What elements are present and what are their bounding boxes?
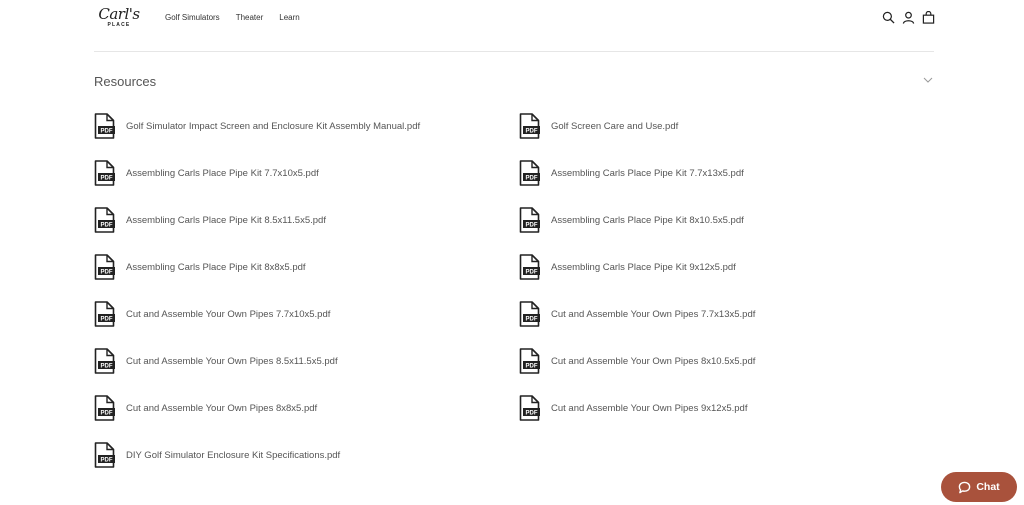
- pdf-badge-text: PDF: [101, 458, 113, 464]
- pdf-badge-text: PDF: [526, 129, 538, 135]
- file-name: Cut and Assemble Your Own Pipes 8.5x11.5…: [126, 355, 338, 367]
- pdf-file-link[interactable]: PDF Assembling Carls Place Pipe Kit 8x10.…: [519, 207, 944, 233]
- file-name: Assembling Carls Place Pipe Kit 9x12x5.p…: [551, 261, 736, 273]
- pdf-icon: PDF: [94, 301, 115, 327]
- pdf-file-link[interactable]: PDF Golf Screen Care and Use.pdf: [519, 113, 944, 139]
- file-name: Golf Simulator Impact Screen and Enclosu…: [126, 120, 421, 132]
- nav-theater[interactable]: Theater: [236, 13, 264, 22]
- pdf-file-link[interactable]: PDF Assembling Carls Place Pipe Kit 8x8x5…: [94, 254, 519, 280]
- pdf-badge-text: PDF: [101, 223, 113, 229]
- pdf-file-link[interactable]: PDF Cut and Assemble Your Own Pipes 9x12x…: [519, 395, 944, 421]
- file-name: Cut and Assemble Your Own Pipes 7.7x13x5…: [551, 308, 756, 320]
- pdf-icon: PDF: [94, 348, 115, 374]
- pdf-file-link[interactable]: PDF Cut and Assemble Your Own Pipes 8x8x5…: [94, 395, 519, 421]
- pdf-icon: PDF: [519, 113, 540, 139]
- pdf-icon: PDF: [519, 395, 540, 421]
- file-name: Assembling Carls Place Pipe Kit 8.5x11.5…: [126, 214, 326, 226]
- search-icon[interactable]: [882, 11, 895, 24]
- pdf-badge-text: PDF: [101, 411, 113, 417]
- file-name: Assembling Carls Place Pipe Kit 7.7x13x5…: [551, 167, 744, 179]
- pdf-icon: PDF: [519, 207, 540, 233]
- pdf-badge-text: PDF: [526, 270, 538, 276]
- pdf-badge-text: PDF: [526, 317, 538, 323]
- logo-script-text: Carl's: [98, 5, 140, 23]
- carls-place-logo[interactable]: Carl's PLACE: [97, 6, 141, 32]
- pdf-icon: PDF: [94, 207, 115, 233]
- pdf-badge-text: PDF: [526, 176, 538, 182]
- cart-icon[interactable]: [922, 11, 935, 24]
- pdf-badge-text: PDF: [101, 270, 113, 276]
- file-name: Cut and Assemble Your Own Pipes 9x12x5.p…: [551, 402, 748, 414]
- pdf-icon: PDF: [94, 113, 115, 139]
- pdf-file-link[interactable]: PDF Cut and Assemble Your Own Pipes 7.7x1…: [94, 301, 519, 327]
- pdf-file-link[interactable]: PDF Cut and Assemble Your Own Pipes 7.7x1…: [519, 301, 944, 327]
- pdf-file-link[interactable]: PDF Assembling Carls Place Pipe Kit 8.5x1…: [94, 207, 519, 233]
- pdf-icon: PDF: [94, 160, 115, 186]
- pdf-badge-text: PDF: [526, 411, 538, 417]
- header-divider: [94, 51, 934, 52]
- chat-button[interactable]: Chat: [941, 472, 1017, 502]
- resources-heading: Resources: [94, 74, 157, 89]
- nav-learn[interactable]: Learn: [279, 13, 299, 22]
- header-actions: [882, 11, 935, 24]
- file-name: Assembling Carls Place Pipe Kit 8x8x5.pd…: [126, 261, 306, 273]
- pdf-icon: PDF: [519, 254, 540, 280]
- pdf-badge-text: PDF: [526, 223, 538, 229]
- pdf-file-link[interactable]: PDF Cut and Assemble Your Own Pipes 8.5x1…: [94, 348, 519, 374]
- chat-label: Chat: [976, 481, 1000, 493]
- pdf-file-link[interactable]: PDF Assembling Carls Place Pipe Kit 7.7x1…: [94, 160, 519, 186]
- account-icon[interactable]: [902, 11, 915, 24]
- pdf-badge-text: PDF: [101, 317, 113, 323]
- pdf-badge-text: PDF: [101, 364, 113, 370]
- file-name: Assembling Carls Place Pipe Kit 8x10.5x5…: [551, 214, 744, 226]
- pdf-badge-text: PDF: [101, 176, 113, 182]
- resources-file-list: PDF Golf Simulator Impact Screen and Encl…: [94, 113, 944, 489]
- pdf-icon: PDF: [519, 348, 540, 374]
- pdf-icon: PDF: [94, 254, 115, 280]
- pdf-file-link[interactable]: PDF DIY Golf Simulator Enclosure Kit Spec…: [94, 442, 519, 468]
- pdf-file-link[interactable]: PDF Assembling Carls Place Pipe Kit 9x12x…: [519, 254, 944, 280]
- chevron-down-icon[interactable]: [922, 75, 934, 85]
- pdf-icon: PDF: [519, 160, 540, 186]
- file-name: Golf Screen Care and Use.pdf: [551, 120, 679, 132]
- chat-bubble-icon: [959, 481, 971, 493]
- pdf-badge-text: PDF: [526, 364, 538, 370]
- pdf-icon: PDF: [94, 395, 115, 421]
- pdf-badge-text: PDF: [101, 129, 113, 135]
- pdf-icon: PDF: [519, 301, 540, 327]
- file-name: DIY Golf Simulator Enclosure Kit Specifi…: [126, 449, 341, 461]
- pdf-file-link[interactable]: PDF Golf Simulator Impact Screen and Encl…: [94, 113, 519, 139]
- file-name: Assembling Carls Place Pipe Kit 7.7x10x5…: [126, 167, 319, 179]
- file-name: Cut and Assemble Your Own Pipes 8x8x5.pd…: [126, 402, 318, 414]
- site-header: Carl's PLACE Golf Simulators Theater Lea…: [0, 0, 1024, 38]
- main-nav: Golf Simulators Theater Learn: [165, 13, 300, 22]
- nav-golf-simulators[interactable]: Golf Simulators: [165, 13, 220, 22]
- pdf-icon: PDF: [94, 442, 115, 468]
- file-name: Cut and Assemble Your Own Pipes 7.7x10x5…: [126, 308, 331, 320]
- pdf-file-link[interactable]: PDF Cut and Assemble Your Own Pipes 8x10.…: [519, 348, 944, 374]
- file-name: Cut and Assemble Your Own Pipes 8x10.5x5…: [551, 355, 756, 367]
- pdf-file-link[interactable]: PDF Assembling Carls Place Pipe Kit 7.7x1…: [519, 160, 944, 186]
